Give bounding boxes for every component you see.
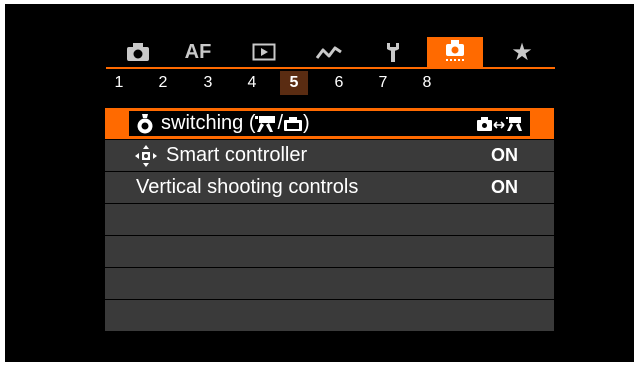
tab-wireless[interactable] (301, 37, 357, 67)
page-2[interactable]: 2 (149, 71, 177, 95)
wrench-icon (387, 43, 399, 62)
smart-controller-icon (135, 144, 157, 167)
page-6[interactable]: 6 (325, 71, 353, 95)
menu-screen: AF ★ 1 2 3 4 5 6 7 8 switching (/) Sma… (5, 4, 634, 362)
custom-camera-icon (446, 40, 464, 61)
page-1[interactable]: 1 (105, 71, 133, 95)
playback-icon (252, 43, 276, 61)
menu-item-mode-switching[interactable]: switching ( / ) (105, 108, 554, 139)
camera-icon (284, 116, 303, 131)
camera-movie-switch-icon (477, 116, 522, 131)
tab-af[interactable]: AF (170, 37, 226, 67)
menu-item-label: Smart controller (166, 144, 308, 166)
tab-shooting[interactable] (110, 37, 166, 67)
menu-list: switching ( / ) Smart controller ON Vert… (105, 108, 554, 332)
movie-icon (255, 115, 276, 132)
menu-item-label: switching ( / ) (161, 112, 310, 134)
tab-setup[interactable] (365, 37, 421, 67)
mode-dial-icon (137, 113, 153, 133)
tab-playback[interactable] (236, 37, 292, 67)
menu-item-empty (105, 268, 554, 299)
page-8[interactable]: 8 (413, 71, 441, 95)
tab-underline (106, 67, 555, 69)
page-3[interactable]: 3 (194, 71, 222, 95)
page-5-active[interactable]: 5 (280, 71, 308, 95)
menu-item-value: ON (491, 177, 518, 197)
tab-af-label: AF (184, 40, 212, 63)
menu-item-empty (105, 236, 554, 267)
menu-item-empty (105, 204, 554, 235)
page-7[interactable]: 7 (369, 71, 397, 95)
page-selector: 1 2 3 4 5 6 7 8 (105, 71, 455, 95)
page-4[interactable]: 4 (238, 71, 266, 95)
tab-custom-functions[interactable] (427, 37, 483, 67)
menu-item-value: ON (491, 145, 518, 165)
menu-item-label: Vertical shooting controls (136, 176, 359, 198)
star-icon: ★ (511, 38, 533, 66)
tab-my-menu[interactable]: ★ (494, 37, 550, 67)
menu-item-smart-controller[interactable]: Smart controller ON (105, 140, 554, 171)
wireless-icon (315, 46, 342, 59)
menu-item-vertical-shooting-controls[interactable]: Vertical shooting controls ON (105, 172, 554, 203)
camera-icon (127, 43, 149, 61)
selected-row-frame: switching ( / ) (129, 111, 530, 136)
menu-item-empty (105, 300, 554, 331)
menu-tabs: AF ★ (106, 37, 555, 67)
